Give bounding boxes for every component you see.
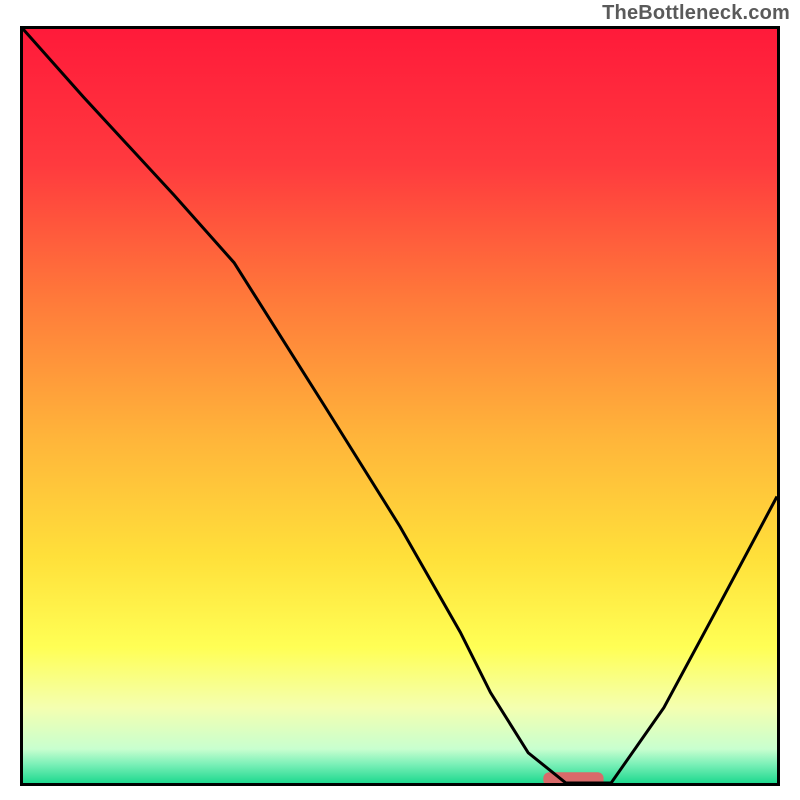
watermark-text: TheBottleneck.com bbox=[602, 2, 790, 25]
chart-background bbox=[23, 29, 777, 783]
chart-svg bbox=[23, 29, 777, 783]
chart-frame bbox=[20, 26, 780, 786]
